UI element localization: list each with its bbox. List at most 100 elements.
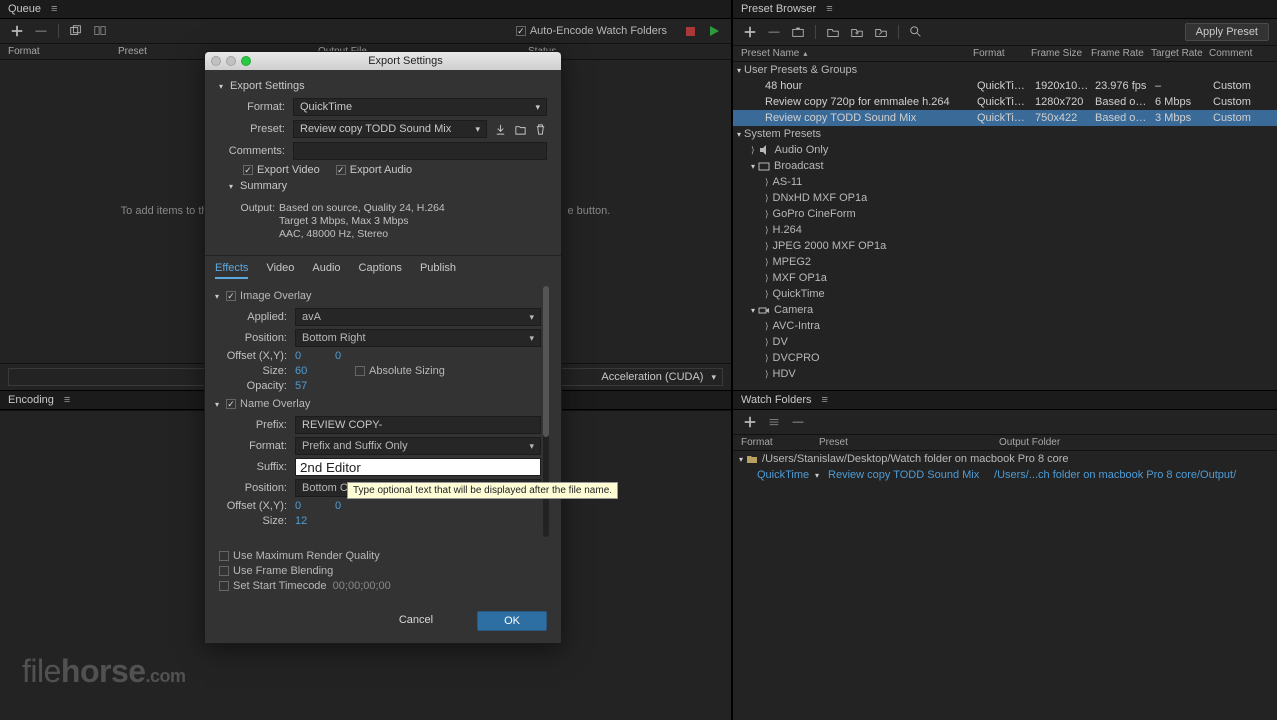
expand-icon[interactable] [765, 256, 773, 268]
collapse-icon[interactable] [219, 80, 226, 92]
expand-icon[interactable] [765, 240, 773, 252]
expand-icon[interactable] [739, 453, 746, 465]
tree-item[interactable]: DV [733, 334, 1277, 350]
minimize-window-button[interactable] [226, 56, 236, 66]
applied-dropdown[interactable]: avA [295, 308, 541, 326]
tree-preset-row[interactable]: 48 hourQuickTime1920x108023.976 fps–Cust… [733, 78, 1277, 94]
expand-icon[interactable] [737, 128, 744, 140]
scrollbar[interactable] [543, 286, 549, 537]
apply-preset-button[interactable]: Apply Preset [1185, 23, 1269, 41]
max-render-checkbox[interactable]: Use Maximum Render Quality [219, 550, 547, 562]
tree-item[interactable]: H.264 [733, 222, 1277, 238]
position-dropdown[interactable]: Bottom Right [295, 329, 541, 347]
menu-icon[interactable] [51, 3, 57, 15]
delete-preset-button[interactable] [533, 122, 547, 136]
tree-item[interactable]: MPEG2 [733, 254, 1277, 270]
expand-icon[interactable] [765, 336, 773, 348]
col-output[interactable]: Output Folder [999, 437, 1060, 448]
tree-item[interactable]: MXF OP1a [733, 270, 1277, 286]
preset-tree[interactable]: User Presets & Groups 48 hourQuickTime19… [733, 62, 1277, 390]
size2-input[interactable]: 12 [295, 515, 335, 527]
offset2-y-input[interactable]: 0 [335, 500, 375, 512]
remove-watch-button[interactable]: — [789, 414, 807, 430]
tree-item[interactable]: QuickTime [733, 286, 1277, 302]
img-overlay-checkbox[interactable]: Image Overlay [226, 290, 312, 302]
col-comment[interactable]: Comment [1209, 48, 1269, 59]
queue-title[interactable]: Queue [8, 3, 41, 15]
name-overlay-header[interactable]: Name Overlay [215, 398, 541, 410]
expand-icon[interactable] [765, 288, 773, 300]
opacity-input[interactable]: 57 [295, 380, 335, 392]
watch-folders-title[interactable]: Watch Folders [741, 394, 812, 406]
export-button[interactable] [872, 24, 890, 40]
preset-dropdown[interactable]: Review copy TODD Sound Mix [293, 120, 487, 138]
menu-icon[interactable] [64, 394, 70, 406]
tree-preset-row[interactable]: Review copy 720p for emmalee h.264QuickT… [733, 94, 1277, 110]
tab-video[interactable]: Video [266, 262, 294, 279]
section-header[interactable]: Export Settings [219, 80, 547, 92]
watch-output-row[interactable]: QuickTime Review copy TODD Sound Mix /Us… [733, 467, 1277, 483]
expand-icon[interactable] [765, 272, 773, 284]
dropdown-icon[interactable] [815, 469, 822, 481]
expand-icon[interactable] [765, 176, 773, 188]
edit-watch-button[interactable] [765, 414, 783, 430]
tree-item[interactable]: DNxHD MXF OP1a [733, 190, 1277, 206]
save-preset-button[interactable] [493, 122, 507, 136]
offset-x-input[interactable]: 0 [295, 350, 335, 362]
col-format[interactable]: Format [8, 46, 118, 57]
new-group-button[interactable] [824, 24, 842, 40]
titlebar[interactable]: Export Settings [205, 52, 561, 70]
tree-item[interactable]: JPEG 2000 MXF OP1a [733, 238, 1277, 254]
tree-preset-row[interactable]: Review copy TODD Sound MixQuickTime750x4… [733, 110, 1277, 126]
tab-captions[interactable]: Captions [359, 262, 402, 279]
summary-header[interactable]: Summary [229, 180, 547, 192]
tree-group[interactable]: User Presets & Groups [733, 62, 1277, 78]
size-input[interactable]: 60 [295, 365, 335, 377]
add-watch-button[interactable] [741, 414, 759, 430]
add-source-button[interactable] [8, 23, 26, 39]
preset-browser-title[interactable]: Preset Browser [741, 3, 816, 15]
col-target[interactable]: Target Rate [1151, 48, 1209, 59]
expand-icon[interactable] [765, 224, 773, 236]
img-overlay-header[interactable]: Image Overlay [215, 290, 541, 302]
expand-icon[interactable] [765, 352, 773, 364]
tab-effects[interactable]: Effects [215, 262, 248, 279]
stop-queue-button[interactable] [681, 23, 699, 39]
cancel-button[interactable]: Cancel [373, 611, 459, 631]
duplicate-button[interactable] [67, 23, 85, 39]
format2-dropdown[interactable]: Prefix and Suffix Only [295, 437, 541, 455]
encoding-title[interactable]: Encoding [8, 394, 54, 406]
reset-button[interactable] [91, 23, 109, 39]
expand-icon[interactable] [751, 144, 759, 156]
watch-body[interactable]: /Users/Stanislaw/Desktop/Watch folder on… [733, 451, 1277, 720]
expand-icon[interactable] [751, 304, 758, 316]
col-format[interactable]: Format [973, 48, 1031, 59]
ok-button[interactable]: OK [477, 611, 547, 631]
frame-blend-checkbox[interactable]: Use Frame Blending [219, 565, 547, 577]
col-rate[interactable]: Frame Rate [1091, 48, 1151, 59]
import-preset-button[interactable] [513, 122, 527, 136]
settings-button[interactable] [789, 24, 807, 40]
comments-input[interactable] [293, 142, 547, 160]
search-button[interactable] [907, 24, 925, 40]
export-video-checkbox[interactable]: Export Video [243, 164, 320, 176]
expand-icon[interactable] [765, 368, 773, 380]
delete-preset-button[interactable]: — [765, 24, 783, 40]
tab-audio[interactable]: Audio [312, 262, 340, 279]
offset2-x-input[interactable]: 0 [295, 500, 335, 512]
tree-item[interactable]: GoPro CineForm [733, 206, 1277, 222]
tree-item[interactable]: DVCPRO [733, 350, 1277, 366]
prefix-input[interactable]: REVIEW COPY- [295, 416, 541, 434]
zoom-window-button[interactable] [241, 56, 251, 66]
expand-icon[interactable] [765, 192, 773, 204]
suffix-input[interactable] [295, 458, 541, 476]
start-queue-button[interactable] [705, 23, 723, 39]
close-window-button[interactable] [211, 56, 221, 66]
new-preset-button[interactable] [741, 24, 759, 40]
tree-group[interactable]: Audio Only [733, 142, 1277, 158]
expand-icon[interactable] [751, 160, 758, 172]
col-format[interactable]: Format [741, 437, 819, 448]
name-overlay-checkbox[interactable]: Name Overlay [226, 398, 310, 410]
col-size[interactable]: Frame Size [1031, 48, 1091, 59]
tree-item[interactable]: AVC-Intra [733, 318, 1277, 334]
